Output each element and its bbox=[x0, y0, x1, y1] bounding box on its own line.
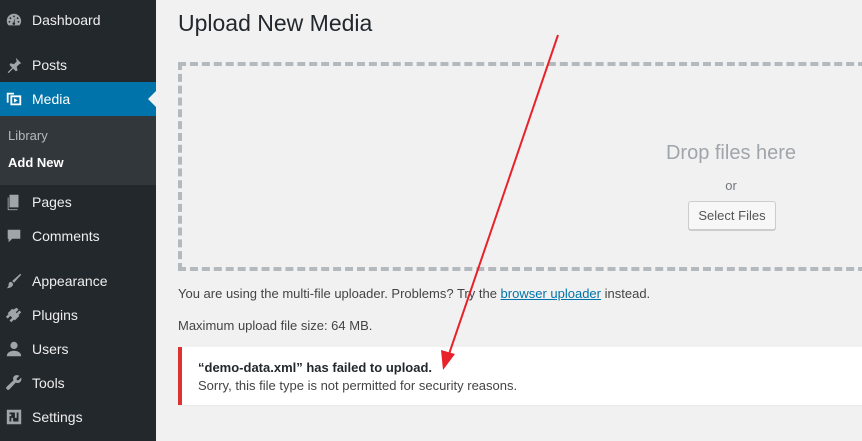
sidebar-item-appearance[interactable]: Appearance bbox=[0, 264, 156, 298]
main-content: Upload New Media Drop files here or Sele… bbox=[156, 0, 862, 441]
sidebar-item-dashboard[interactable]: Dashboard bbox=[0, 3, 156, 37]
uploader-note: You are using the multi-file uploader. P… bbox=[178, 286, 650, 301]
error-message: Sorry, this file type is not permitted f… bbox=[198, 378, 518, 393]
sidebar-item-label: Media bbox=[32, 91, 71, 107]
wrench-icon bbox=[4, 373, 24, 393]
submenu-item-library[interactable]: Library bbox=[8, 128, 48, 143]
browser-uploader-link[interactable]: browser uploader bbox=[501, 286, 601, 301]
uploader-note-prefix: You are using the multi-file uploader. P… bbox=[178, 286, 497, 301]
pin-icon bbox=[4, 55, 24, 75]
dashboard-icon bbox=[4, 10, 24, 30]
sidebar-item-comments[interactable]: Comments bbox=[0, 219, 156, 253]
sidebar-item-posts[interactable]: Posts bbox=[0, 48, 156, 82]
pages-icon bbox=[4, 192, 24, 212]
sidebar-item-label: Appearance bbox=[32, 273, 108, 289]
media-submenu: Library Add New bbox=[0, 116, 156, 185]
sidebar-item-label: Pages bbox=[32, 194, 72, 210]
settings-icon bbox=[4, 407, 24, 427]
comment-icon bbox=[4, 226, 24, 246]
media-icon bbox=[4, 89, 24, 109]
plugin-icon bbox=[4, 305, 24, 325]
drop-zone[interactable]: Drop files here or Select Files bbox=[178, 62, 862, 271]
sidebar-item-label: Plugins bbox=[32, 307, 78, 323]
submenu-item-add-new[interactable]: Add New bbox=[8, 155, 64, 170]
drop-or-text: or bbox=[725, 178, 737, 193]
max-upload-size: Maximum upload file size: 64 MB. bbox=[178, 318, 373, 333]
sidebar-item-label: Comments bbox=[32, 228, 100, 244]
sidebar-item-label: Posts bbox=[32, 57, 68, 73]
select-files-button[interactable]: Select Files bbox=[688, 201, 776, 230]
brush-icon bbox=[4, 271, 24, 291]
error-title: “demo-data.xml” has failed to upload. bbox=[198, 360, 433, 375]
admin-sidebar: Dashboard Posts Media Library Add New Pa… bbox=[0, 0, 156, 441]
sidebar-item-label: Settings bbox=[32, 409, 83, 425]
sidebar-item-pages[interactable]: Pages bbox=[0, 185, 156, 219]
sidebar-item-media[interactable]: Media bbox=[0, 82, 156, 116]
sidebar-item-label: Dashboard bbox=[32, 12, 101, 28]
upload-error-notice: “demo-data.xml” has failed to upload. So… bbox=[178, 347, 862, 405]
page-title: Upload New Media bbox=[178, 10, 373, 36]
drop-files-text: Drop files here bbox=[665, 142, 797, 164]
sidebar-item-label: Users bbox=[32, 341, 69, 357]
uploader-note-suffix: instead. bbox=[604, 286, 651, 301]
sidebar-item-users[interactable]: Users bbox=[0, 332, 156, 366]
sidebar-item-settings[interactable]: Settings bbox=[0, 400, 156, 434]
sidebar-item-tools[interactable]: Tools bbox=[0, 366, 156, 400]
sidebar-item-plugins[interactable]: Plugins bbox=[0, 298, 156, 332]
user-icon bbox=[4, 339, 24, 359]
sidebar-item-label: Tools bbox=[32, 375, 65, 391]
